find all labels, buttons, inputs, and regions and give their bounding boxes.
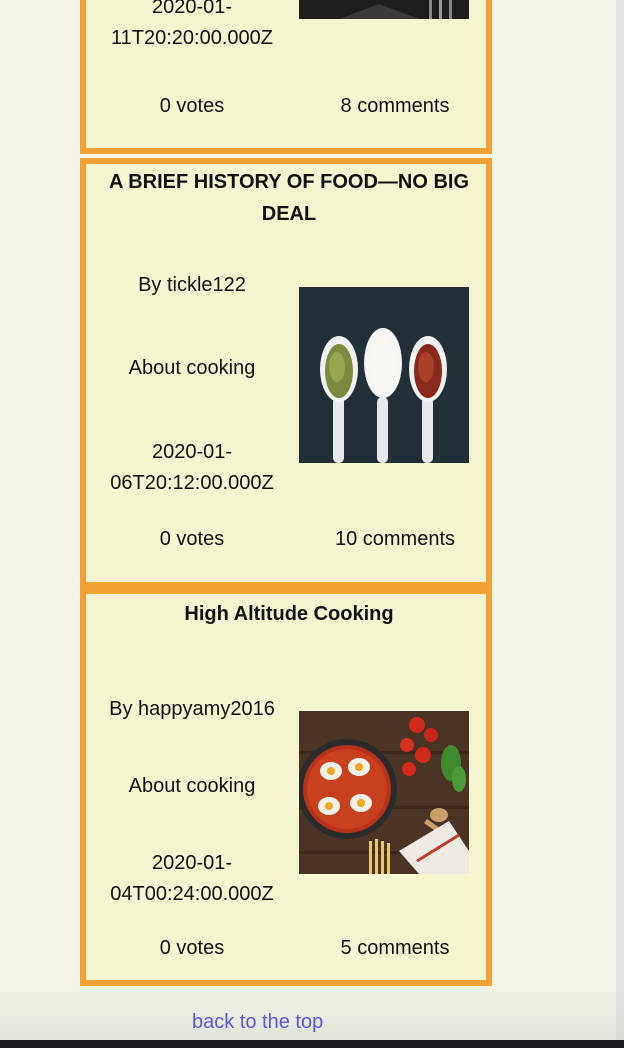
- post-author[interactable]: By tickle122: [94, 270, 290, 301]
- comments-count[interactable]: 8 comments: [310, 92, 480, 120]
- votes-count[interactable]: 0 votes: [142, 92, 242, 120]
- post-date-line-2: 04T00:24:00.000Z: [110, 883, 274, 905]
- page-edge: [616, 0, 624, 1048]
- post-date-line-1: 2020-01-: [151, 441, 233, 463]
- votes-count[interactable]: 0 votes: [142, 934, 242, 962]
- post-date-line-2: 06T20:12:00.000Z: [110, 472, 274, 494]
- post-date: 2020-01- 11T20:20:00.000Z: [94, 0, 290, 54]
- post-card-2[interactable]: A BRIEF HISTORY OF FOOD—NO BIG DEAL By t…: [80, 158, 492, 588]
- post-title[interactable]: A BRIEF HISTORY OF FOOD—NO BIG DEAL: [100, 166, 478, 230]
- post-topic[interactable]: About cooking: [94, 353, 290, 384]
- food-photo: [299, 0, 469, 19]
- post-thumbnail[interactable]: [299, 0, 469, 19]
- post-date-line-1: 2020-01-: [151, 852, 233, 874]
- post-card-3[interactable]: High Altitude Cooking By happyamy2016 Ab…: [80, 588, 492, 986]
- post-date: 2020-01- 06T20:12:00.000Z: [94, 437, 290, 499]
- shakshuka-pan-photo: [299, 711, 469, 874]
- post-thumbnail[interactable]: [299, 287, 469, 463]
- comments-count[interactable]: 5 comments: [310, 934, 480, 962]
- window-bottom-bar: [0, 1040, 624, 1048]
- post-topic[interactable]: About cooking: [94, 771, 290, 802]
- post-author[interactable]: By happyamy2016: [94, 694, 290, 725]
- post-date-line-2: 11T20:20:00.000Z: [111, 27, 273, 49]
- post-title[interactable]: High Altitude Cooking: [100, 598, 478, 630]
- post-date: 2020-01- 04T00:24:00.000Z: [94, 848, 290, 910]
- spice-spoons-photo: [299, 287, 469, 463]
- post-card-1[interactable]: 2020-01- 11T20:20:00.000Z 0 votes 8 comm…: [80, 0, 492, 154]
- post-date-line-1: 2020-01-: [151, 0, 233, 18]
- comments-count[interactable]: 10 comments: [310, 525, 480, 553]
- votes-count[interactable]: 0 votes: [142, 525, 242, 553]
- back-to-top-link[interactable]: back to the top: [192, 1011, 323, 1034]
- post-thumbnail[interactable]: [299, 711, 469, 874]
